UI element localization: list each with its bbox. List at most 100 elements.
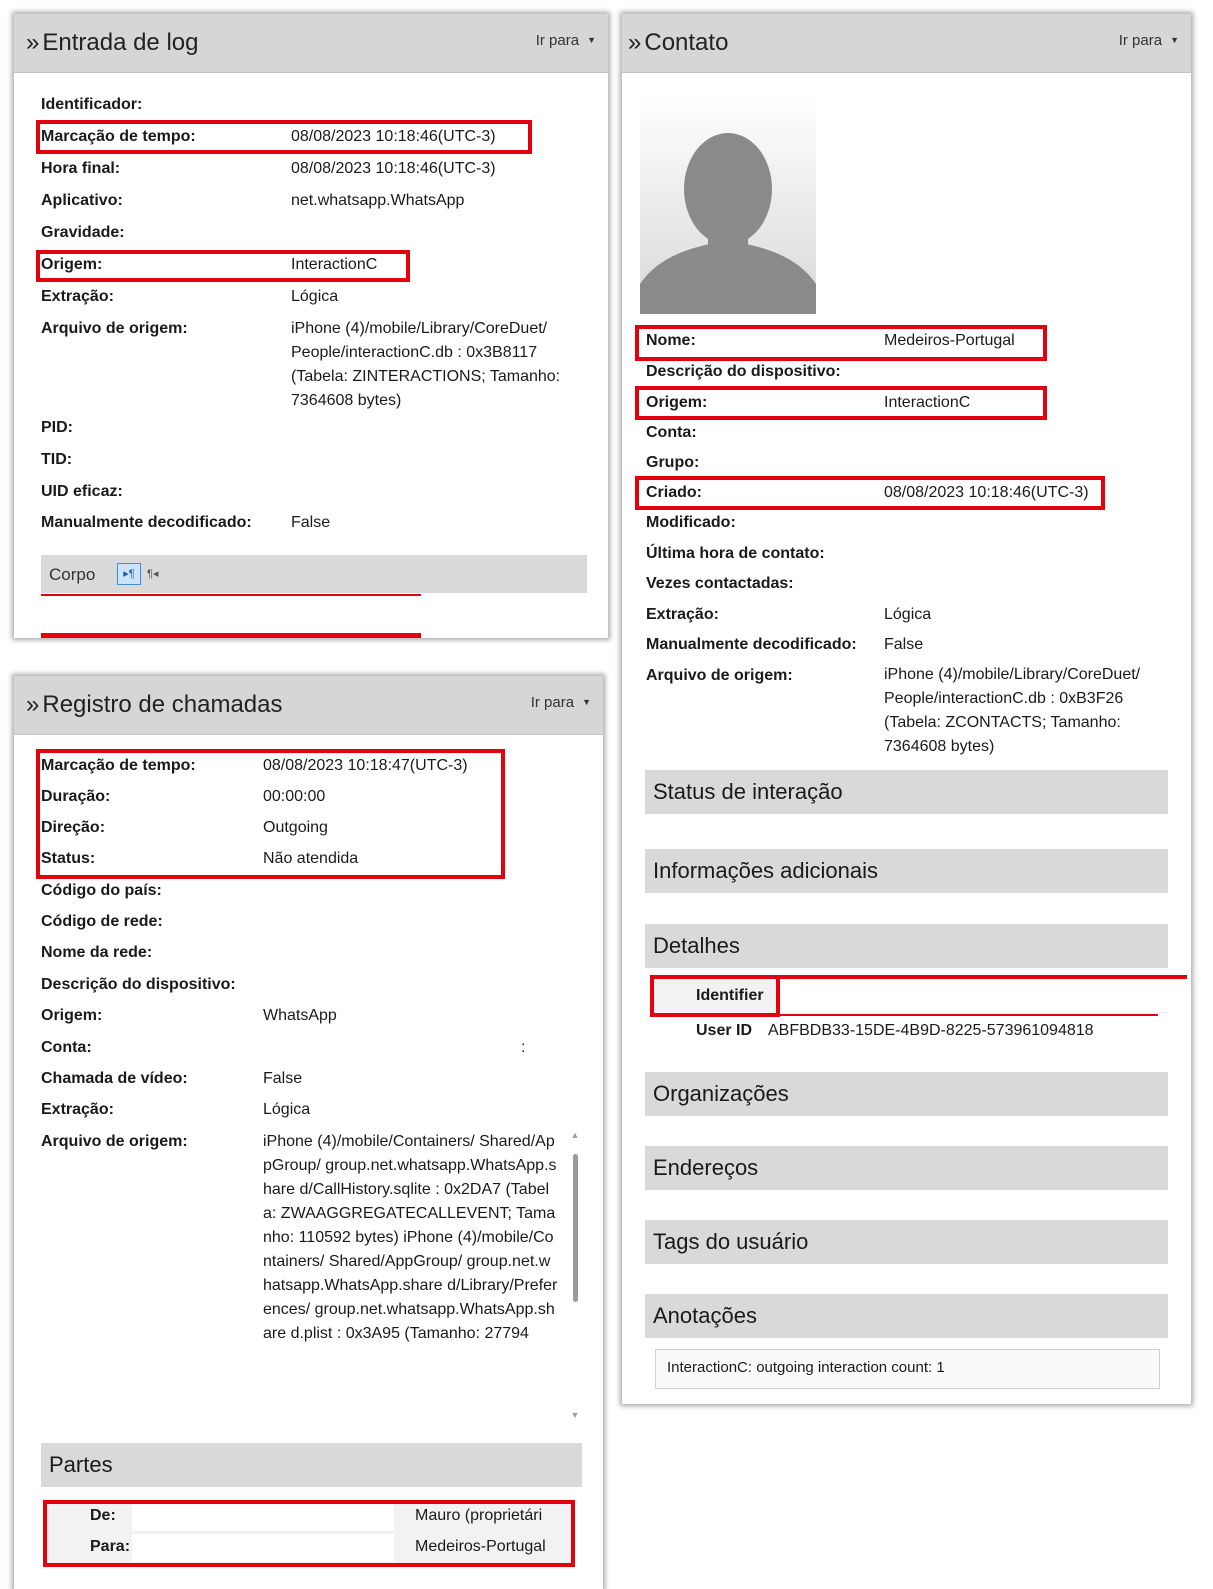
field-value: 08/08/2023 10:18:46(UTC-3) xyxy=(884,484,1089,501)
field-label: Criado: xyxy=(646,484,702,501)
vertical-scrollbar[interactable]: ▲ ▼ xyxy=(570,1130,580,1426)
field-label: Arquivo de origem: xyxy=(646,667,793,684)
field-label: TID: xyxy=(41,451,73,468)
field-value: net.whatsapp.WhatsApp xyxy=(291,192,465,209)
field-label: Grupo: xyxy=(646,454,700,471)
user-tags-section[interactable]: Tags do usuário xyxy=(645,1220,1168,1264)
field-value: Outgoing xyxy=(263,819,328,836)
field-label: Aplicativo: xyxy=(41,192,123,209)
table-row[interactable]: Para: Medeiros-Portugal xyxy=(46,1533,572,1564)
field-label: Status: xyxy=(41,850,96,867)
field-value: Medeiros-Portugal xyxy=(884,332,1015,349)
field-value: False xyxy=(884,636,924,653)
field-label: Extração: xyxy=(41,1101,114,1118)
person-silhouette-icon xyxy=(640,94,816,314)
field-value: Lógica xyxy=(263,1101,311,1118)
rtl-paragraph-icon[interactable]: ¶◂ xyxy=(147,564,158,584)
party-value: Medeiros-Portugal xyxy=(415,1538,546,1555)
party-label: Para: xyxy=(90,1538,131,1555)
field-value: Lógica xyxy=(884,606,932,623)
field-value: False xyxy=(291,514,331,531)
expand-chevron-icon[interactable]: » xyxy=(26,29,39,56)
field-value: InteractionC xyxy=(291,256,378,273)
caret-down-icon: ▼ xyxy=(587,35,596,45)
field-label: UID eficaz: xyxy=(41,483,123,500)
field-value: : xyxy=(521,1039,526,1056)
field-label: Modificado: xyxy=(646,514,736,531)
userid-label: User ID xyxy=(696,1022,753,1039)
annotations-section[interactable]: Anotações xyxy=(645,1294,1168,1338)
expand-chevron-icon[interactable]: » xyxy=(26,691,39,718)
field-value: Lógica xyxy=(291,288,339,305)
organizations-section[interactable]: Organizações xyxy=(645,1072,1168,1116)
interaction-status-section[interactable]: Status de interação xyxy=(645,770,1168,814)
body-toolbar: Corpo ▸¶ ¶◂ xyxy=(41,555,587,593)
party-value: Mauro (proprietári xyxy=(415,1507,543,1524)
highlight-line xyxy=(778,1014,1158,1016)
scroll-down-icon[interactable]: ▼ xyxy=(570,1410,580,1420)
scroll-up-icon[interactable]: ▲ xyxy=(570,1130,580,1140)
expand-chevron-icon[interactable]: » xyxy=(628,29,641,56)
field-label: Direção: xyxy=(41,819,106,836)
field-label: PID: xyxy=(41,419,73,436)
field-label: Descrição do dispositivo: xyxy=(41,976,236,993)
goto-dropdown[interactable]: Ir para ▼ xyxy=(531,694,591,711)
field-label: Gravidade: xyxy=(41,224,125,241)
redacted-cell xyxy=(132,1503,394,1531)
field-value: 08/08/2023 10:18:46(UTC-3) xyxy=(291,128,496,145)
field-label: Duração: xyxy=(41,788,111,805)
addresses-section[interactable]: Endereços xyxy=(645,1146,1168,1190)
field-label: Hora final: xyxy=(41,160,121,177)
parties-section-header[interactable]: Partes xyxy=(41,1443,582,1487)
field-label: Marcação de tempo: xyxy=(41,128,196,145)
field-value: 00:00:00 xyxy=(263,788,326,805)
caret-down-icon: ▼ xyxy=(1170,35,1179,45)
field-label: Conta: xyxy=(41,1039,92,1056)
party-label: De: xyxy=(90,1507,116,1524)
field-label: Vezes contactadas: xyxy=(646,575,794,592)
annotation-text: InteractionC: outgoing interaction count… xyxy=(667,1359,945,1376)
field-label: Chamada de vídeo: xyxy=(41,1070,188,1087)
contact-title: » Contato xyxy=(628,29,729,56)
field-value: Não atendida xyxy=(263,850,359,867)
field-label: Origem: xyxy=(41,256,103,273)
field-label: Manualmente decodificado: xyxy=(41,514,252,531)
field-label: Extração: xyxy=(646,606,719,623)
redacted-cell xyxy=(132,1534,394,1562)
field-label: Identificador: xyxy=(41,96,143,113)
goto-dropdown[interactable]: Ir para ▼ xyxy=(1119,32,1179,49)
field-value: InteractionC xyxy=(884,394,971,411)
field-label: Última hora de contato: xyxy=(646,545,825,562)
field-label: Marcação de tempo: xyxy=(41,757,196,774)
contact-header: » Contato Ir para ▼ xyxy=(622,14,1191,73)
highlight-line xyxy=(778,975,1187,979)
details-section[interactable]: Detalhes xyxy=(645,924,1168,968)
table-row[interactable]: De: Mauro (proprietári xyxy=(46,1502,572,1532)
call-log-panel: » Registro de chamadas Ir para ▼ Marcação … xyxy=(14,676,603,1589)
userid-value: ABFBDB33-15DE-4B9D-8225-573961094818 xyxy=(768,1022,1094,1039)
field-label: Manualmente decodificado: xyxy=(646,636,857,653)
field-label: Código do país: xyxy=(41,882,162,899)
call-log-header: » Registro de chamadas Ir para ▼ xyxy=(14,676,603,735)
scrollbar-thumb[interactable] xyxy=(573,1154,578,1302)
field-label: Arquivo de origem: xyxy=(41,1133,188,1150)
source-file-scroll-area[interactable]: iPhone (4)/mobile/Containers/ Shared/App… xyxy=(263,1130,559,1424)
log-entry-panel: » Entrada de log Ir para ▼ Identificador: … xyxy=(14,14,608,638)
source-file-value: iPhone (4)/mobile/Library/CoreDuet/ Peop… xyxy=(884,666,1141,755)
field-label: Origem: xyxy=(41,1007,103,1024)
field-value: WhatsApp xyxy=(263,1007,337,1024)
source-file-value: iPhone (4)/mobile/Library/CoreDuet/ Peop… xyxy=(291,320,561,409)
field-label: Extração: xyxy=(41,288,114,305)
field-label: Origem: xyxy=(646,394,708,411)
parties-table: De: Mauro (proprietári Para: Medeiros-Po… xyxy=(46,1502,572,1564)
field-value: 08/08/2023 10:18:47(UTC-3) xyxy=(263,757,468,774)
ltr-paragraph-icon[interactable]: ▸¶ xyxy=(117,563,141,585)
additional-info-section[interactable]: Informações adicionais xyxy=(645,849,1168,893)
field-label: Nome: xyxy=(646,332,696,349)
goto-dropdown[interactable]: Ir para ▼ xyxy=(536,32,596,49)
field-label: Nome da rede: xyxy=(41,944,153,961)
call-log-title: » Registro de chamadas xyxy=(26,691,283,718)
field-label: Descrição do dispositivo: xyxy=(646,363,841,380)
body-label: Corpo xyxy=(49,565,96,584)
identifier-label: Identifier xyxy=(696,987,764,1004)
